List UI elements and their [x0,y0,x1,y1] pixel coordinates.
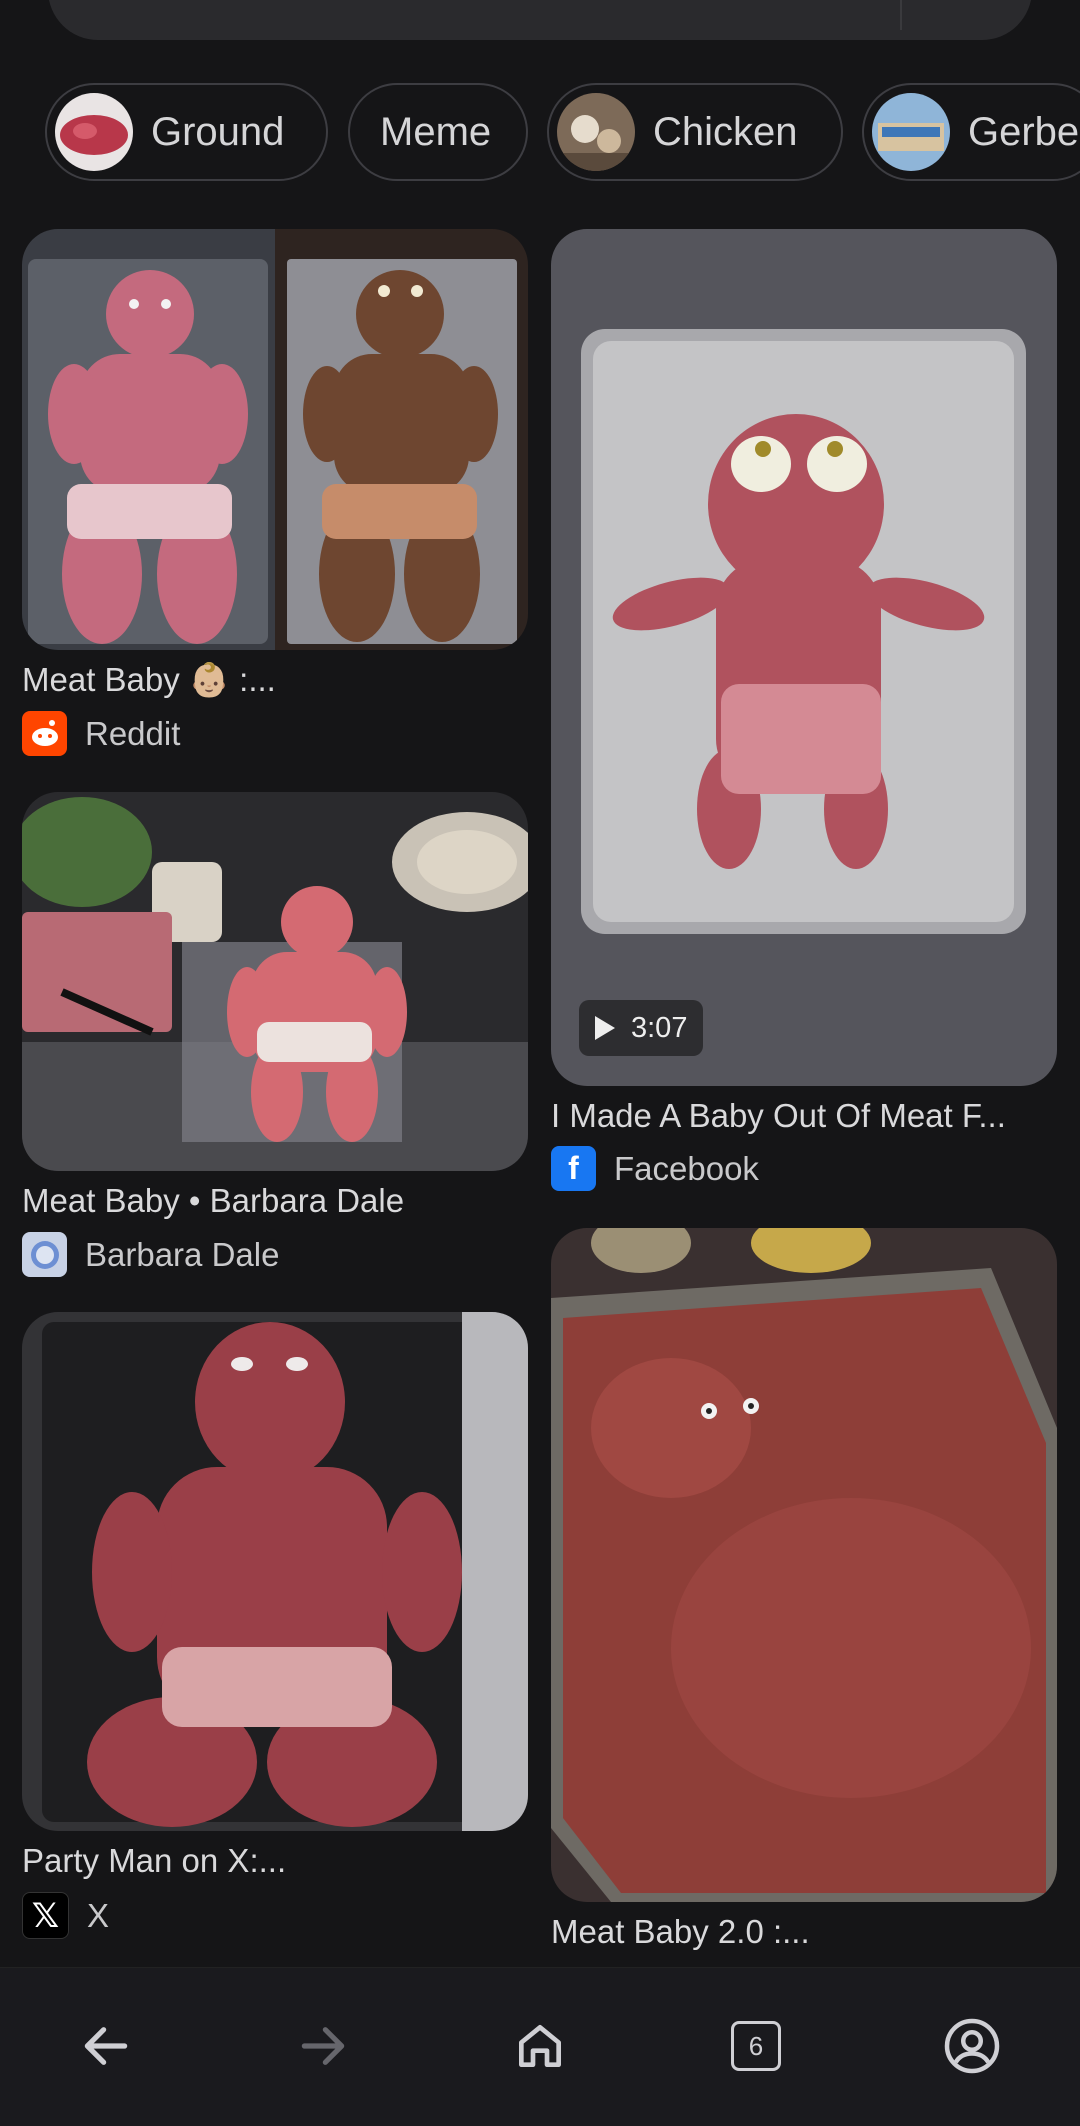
tabs-count: 6 [731,2021,781,2071]
account-icon [944,2018,1000,2074]
tabs-button[interactable]: 6 [716,2006,796,2086]
result-image[interactable] [551,1228,1057,1902]
result-source-name: Facebook [614,1149,759,1187]
result-image[interactable]: 3:07 [551,229,1057,1086]
forward-button[interactable] [283,2006,363,2086]
result-title[interactable]: Meat Baby 👶🏼 :... [22,661,276,700]
result-source[interactable]: Reddit [22,711,180,756]
video-duration: 3:07 [631,1011,688,1044]
chip-chicken[interactable]: Chicken [547,83,843,181]
result-card[interactable]: Meat Baby 2.0 :... [551,1228,1057,1967]
result-card[interactable]: Party Man on X:... 𝕏 X [22,1312,528,1939]
arrow-right-icon [301,2027,345,2065]
bottom-nav-bar: 6 [0,1967,1080,2126]
reddit-icon [22,711,67,756]
result-title[interactable]: Party Man on X:... [22,1842,286,1880]
result-title[interactable]: I Made A Baby Out Of Meat F... [551,1097,1006,1135]
facebook-icon: f [551,1146,596,1191]
result-source-name: Barbara Dale [85,1235,280,1273]
result-source-name: Reddit [85,714,181,752]
search-bar-divider [900,0,902,30]
account-button[interactable] [932,2006,1012,2086]
related-chips: Ground Meme Chicken Gerbe [45,83,1080,185]
result-image[interactable] [22,1312,528,1831]
video-duration-badge: 3:07 [579,1000,704,1056]
x-logo-icon: 𝕏 [22,1892,69,1939]
home-button[interactable] [500,2006,580,2086]
globe-icon [22,1232,67,1277]
chip-meme[interactable]: Meme [348,83,528,181]
arrow-left-icon [84,2027,128,2065]
result-card[interactable]: 3:07 I Made A Baby Out Of Meat F... f Fa… [551,229,1057,1191]
chip-gerber[interactable]: Gerbe [862,83,1080,181]
chip-label: Meme [380,109,492,154]
chip-label: Gerbe [968,109,1080,154]
chip-label: Chicken [653,109,798,154]
result-source[interactable]: 𝕏 X [22,1892,109,1939]
search-bar[interactable] [48,0,1032,40]
result-card[interactable]: Meat Baby 👶🏼 :... Reddit [22,229,528,759]
result-source-name: X [87,1896,110,1934]
result-title[interactable]: Meat Baby 2.0 :... [551,1913,810,1951]
chip-thumbnail [872,93,950,171]
chip-ground[interactable]: Ground [45,83,328,181]
result-title[interactable]: Meat Baby • Barbara Dale [22,1182,404,1220]
back-button[interactable] [66,2006,146,2086]
result-source[interactable]: Barbara Dale [22,1232,279,1277]
result-image[interactable] [22,792,528,1171]
chip-thumbnail [55,93,133,171]
result-source[interactable]: f Facebook [551,1146,759,1191]
result-image[interactable] [22,229,528,650]
play-icon [595,1016,615,1040]
chip-label: Ground [151,109,285,154]
home-icon [519,2025,561,2067]
result-card[interactable]: Meat Baby • Barbara Dale Barbara Dale [22,792,528,1277]
chip-thumbnail [557,93,635,171]
